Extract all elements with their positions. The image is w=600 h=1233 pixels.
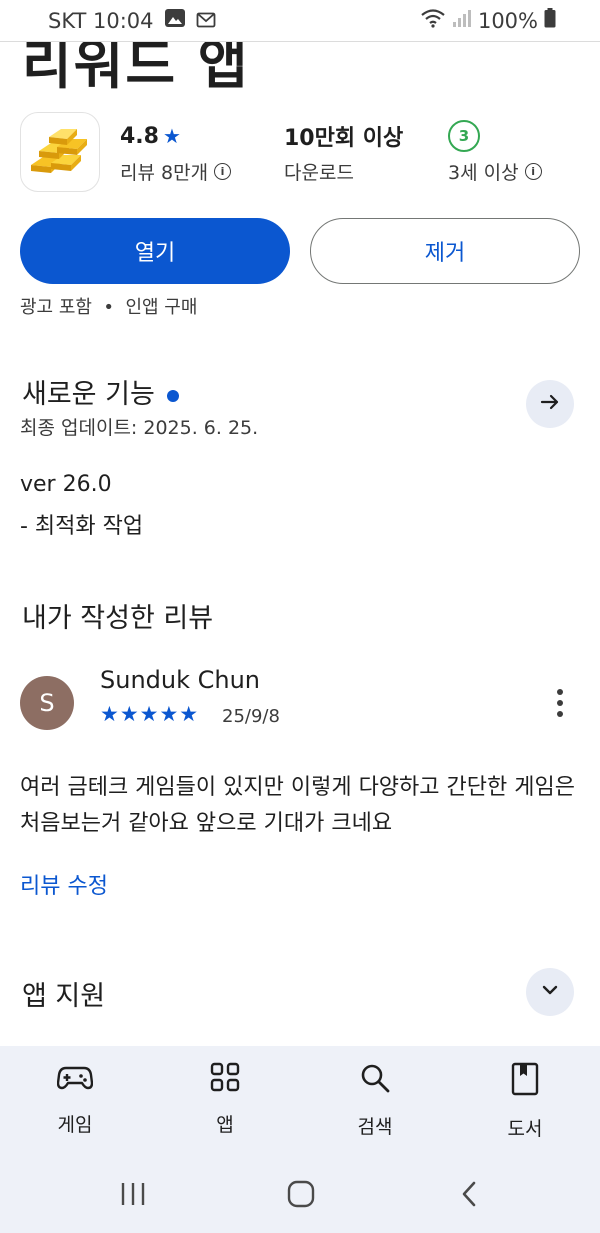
status-bar: SKT 10:04 100%: [0, 0, 600, 42]
downloads-label: 다운로드: [284, 162, 354, 184]
whats-new-arrow-button[interactable]: [526, 380, 574, 428]
back-button[interactable]: [446, 1176, 492, 1216]
my-review-title: 내가 작성한 리뷰: [22, 603, 214, 634]
status-right: 100%: [420, 8, 556, 33]
ads-iap-notice: 광고 포함 • 인앱 구매: [20, 297, 198, 318]
apps-grid-icon: [210, 1062, 240, 1096]
age-rating-label: 3세 이상: [448, 162, 519, 184]
review-date: 25/9/8: [222, 706, 280, 727]
reviewer-name: Sunduk Chun: [100, 666, 261, 694]
release-note: - 최적화 작업: [20, 514, 144, 539]
signal-icon: [452, 8, 472, 33]
age-rating-badge: 3: [448, 120, 480, 152]
bottom-navigation: 게임 앱 검색 도서: [0, 1046, 600, 1233]
new-indicator-dot: [166, 389, 179, 402]
status-left: SKT 10:04: [48, 8, 216, 33]
info-icon: i: [524, 163, 542, 180]
open-button[interactable]: 열기: [20, 218, 290, 284]
recent-apps-icon: [119, 1181, 147, 1211]
nav-item-books[interactable]: 도서: [470, 1062, 580, 1141]
whats-new-title: 새로운 기능: [22, 372, 179, 411]
whats-new-label: 새로운 기능: [22, 379, 155, 410]
rating-value: 4.8: [120, 123, 159, 149]
arrow-right-icon: [538, 390, 562, 418]
search-icon: [359, 1062, 391, 1098]
carrier-time: SKT 10:04: [48, 8, 154, 33]
version-text: ver 26.0: [20, 472, 112, 497]
rating-stat[interactable]: 4.8 ★ 리뷰 8만개 i: [120, 120, 232, 185]
gamepad-icon: [56, 1062, 94, 1096]
book-icon: [511, 1062, 539, 1100]
nav-label-books: 도서: [507, 1118, 543, 1140]
nav-item-games[interactable]: 게임: [20, 1062, 130, 1137]
recent-apps-button[interactable]: [110, 1176, 156, 1216]
nav-label-apps: 앱: [216, 1114, 234, 1136]
gallery-notification-icon: [164, 8, 186, 33]
chevron-down-icon: [539, 979, 561, 1005]
review-stars: ★★★★★: [100, 702, 200, 726]
reviews-count: 리뷰 8만개: [120, 162, 209, 184]
last-updated: 최종 업데이트: 2025. 6. 25.: [20, 417, 259, 439]
nav-item-apps[interactable]: 앱: [170, 1062, 280, 1137]
age-rating-stat[interactable]: 3 3세 이상 i: [448, 120, 542, 185]
battery-icon: [544, 8, 556, 33]
uninstall-button[interactable]: 제거: [310, 218, 580, 284]
avatar: S: [20, 676, 74, 730]
home-icon: [287, 1180, 315, 1212]
downloads-value: 10만회 이상: [284, 126, 404, 151]
downloads-stat: 10만회 이상 다운로드: [284, 120, 403, 185]
nav-item-search[interactable]: 검색: [320, 1062, 430, 1139]
nav-label-search: 검색: [357, 1116, 393, 1138]
home-button[interactable]: [278, 1176, 324, 1216]
battery-percent: 100%: [477, 8, 538, 33]
star-icon: ★: [162, 124, 181, 148]
more-options-icon[interactable]: [548, 686, 572, 720]
review-text: 여러 금테크 게임들이 있지만 이렇게 다양하고 간단한 게임은 처음보는거 같…: [20, 775, 575, 836]
back-chevron-icon: [459, 1180, 479, 1212]
info-icon: i: [214, 163, 232, 180]
mail-notification-icon: [196, 9, 216, 33]
edit-review-link[interactable]: 리뷰 수정: [20, 868, 108, 900]
app-support-title: 앱 지원: [22, 981, 106, 1012]
wifi-icon: [420, 8, 446, 33]
app-support-expand-button[interactable]: [526, 968, 574, 1016]
nav-label-games: 게임: [57, 1114, 93, 1136]
app-icon-gold-bars: [20, 112, 100, 192]
